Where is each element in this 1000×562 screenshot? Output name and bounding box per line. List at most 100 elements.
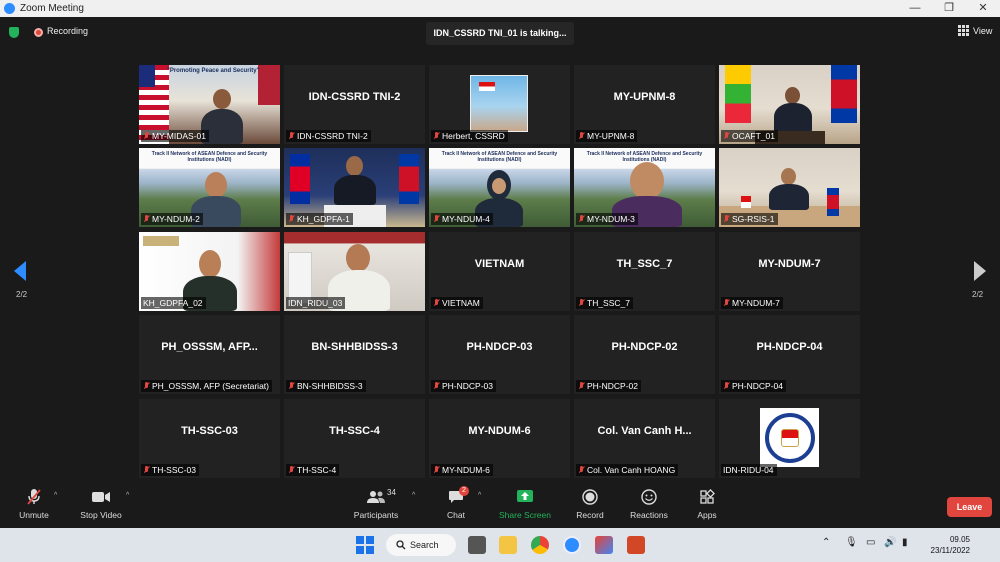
participant-name: SG-RSIS-1	[732, 214, 775, 224]
video-tile[interactable]: VIETNAM VIETNAM	[429, 232, 570, 311]
participant-name-label: MY-NDUM-2	[141, 213, 203, 225]
windows-start-icon[interactable]	[356, 536, 374, 554]
audio-options-chevron-icon[interactable]: ^	[54, 492, 57, 499]
previous-page-arrow-icon[interactable]	[14, 261, 26, 281]
zoom-app-icon[interactable]	[563, 536, 581, 554]
muted-mic-icon	[433, 382, 440, 390]
video-tile[interactable]: IDN_RIDU_03	[284, 232, 425, 311]
volume-icon[interactable]: 🔊	[884, 537, 896, 548]
participant-name: BN-SHHBIDSS-3	[297, 381, 363, 391]
participant-display-name: TH-SSC-03	[181, 425, 238, 437]
apps-button[interactable]: Apps	[694, 487, 720, 520]
participant-name: PH-NDCP-03	[442, 381, 494, 391]
active-speaker-banner: IDN_CSSRD TNI_01 is talking...	[426, 22, 574, 45]
participant-display-name: TH_SSC_7	[616, 258, 673, 270]
muted-mic-icon	[433, 466, 440, 474]
task-view-icon[interactable]	[468, 536, 486, 554]
leave-button[interactable]: Leave	[947, 497, 992, 517]
maximize-button[interactable]: ❐	[932, 0, 966, 17]
minimize-button[interactable]: —	[898, 0, 932, 17]
chat-options-chevron-icon[interactable]: ^	[478, 492, 481, 499]
video-tile[interactable]: PH-NDCP-04 PH-NDCP-04	[719, 315, 860, 394]
video-tile[interactable]: MY-UPNM-8 MY-UPNM-8	[574, 65, 715, 144]
participants-options-chevron-icon[interactable]: ^	[412, 492, 415, 499]
meeting-area: Recording IDN_CSSRD TNI_01 is talking...…	[0, 17, 1000, 482]
encryption-shield-icon[interactable]	[9, 27, 19, 38]
participant-name-label: MY-MIDAS-01	[141, 130, 210, 142]
participant-name: MY-UPNM-8	[587, 131, 635, 141]
stop-video-button[interactable]: Stop Video	[78, 487, 124, 520]
participants-label: Participants	[353, 510, 399, 520]
reactions-button[interactable]: Reactions	[628, 487, 670, 520]
show-hidden-icons-chevron-icon[interactable]: ⌃	[822, 537, 830, 548]
video-tile[interactable]: TH-SSC-4 TH-SSC-4	[284, 399, 425, 478]
powerpoint-icon[interactable]	[627, 536, 645, 554]
video-tile[interactable]: PH-NDCP-03 PH-NDCP-03	[429, 315, 570, 394]
share-screen-button[interactable]: Share Screen	[498, 487, 552, 520]
organization-logo	[143, 236, 179, 246]
video-tile[interactable]: TH-SSC-03 TH-SSC-03	[139, 399, 280, 478]
participant-name-label: MY-NDUM-7	[721, 297, 783, 309]
video-tile[interactable]: PH-NDCP-02 PH-NDCP-02	[574, 315, 715, 394]
video-tile[interactable]: Track II Network of ASEAN Defence and Se…	[574, 148, 715, 227]
microphone-icon[interactable]: 🎙	[845, 537, 858, 548]
share-screen-label: Share Screen	[499, 510, 551, 520]
window-title: Zoom Meeting	[20, 3, 84, 14]
video-tile[interactable]: IDN-RIDU-04	[719, 399, 860, 478]
video-tile[interactable]: BN-SHHBIDSS-3 BN-SHHBIDSS-3	[284, 315, 425, 394]
photos-app-icon[interactable]	[595, 536, 613, 554]
file-explorer-icon[interactable]	[499, 536, 517, 554]
video-tile[interactable]: KH_GDPFA_02	[139, 232, 280, 311]
video-tile[interactable]: Col. Van Canh H... Col. Van Canh HOANG	[574, 399, 715, 478]
next-page-arrow-icon[interactable]	[974, 261, 986, 281]
video-tile[interactable]: Track II Network of ASEAN Defence and Se…	[429, 148, 570, 227]
profile-photo	[470, 75, 528, 132]
video-tile[interactable]: OCAFT_01	[719, 65, 860, 144]
unmute-button[interactable]: Unmute	[16, 487, 52, 520]
recording-label: Recording	[47, 26, 89, 36]
windows-taskbar: Search ⌃ 🎙 ▭ 🔊 ▮ 09.05 23/11/2022	[0, 528, 1000, 562]
muted-mic-icon	[288, 215, 295, 223]
chrome-icon[interactable]	[531, 536, 549, 554]
battery-icon[interactable]: ▮	[902, 537, 908, 548]
video-tile[interactable]: MY-NDUM-6 MY-NDUM-6	[429, 399, 570, 478]
participant-name: MY-NDUM-4	[442, 214, 490, 224]
flag-canton	[139, 65, 155, 87]
video-tile[interactable]: IDN-CSSRD TNI-2 IDN-CSSRD TNI-2	[284, 65, 425, 144]
video-tile[interactable]: "Promoting Peace and Security" MY-MIDAS-…	[139, 65, 280, 144]
taskbar-clock[interactable]: 09.05 23/11/2022	[924, 534, 970, 556]
seal-emblem	[780, 428, 799, 447]
participant-display-name: MY-NDUM-7	[758, 258, 821, 270]
video-tile[interactable]: KH_GDPFA-1	[284, 148, 425, 227]
muted-mic-icon	[143, 466, 150, 474]
participant-name-label: BN-SHHBIDSS-3	[286, 380, 366, 392]
close-window-button[interactable]: ✕	[966, 0, 1000, 17]
video-tile[interactable]: Herbert, CSSRD	[429, 65, 570, 144]
smiley-icon	[641, 489, 657, 505]
participant-display-name: PH-NDCP-03	[466, 341, 533, 353]
participant-name-label: PH_OSSSM, AFP (Secretariat)	[141, 380, 272, 392]
indonesia-flag-icon	[479, 82, 495, 91]
video-tile[interactable]: SG-RSIS-1	[719, 148, 860, 227]
muted-mic-icon	[433, 299, 440, 307]
taskbar-search-box[interactable]: Search	[386, 534, 456, 556]
person-head	[630, 162, 664, 200]
muted-mic-icon	[578, 299, 585, 307]
display-icon[interactable]: ▭	[866, 537, 875, 548]
video-tile[interactable]: PH_OSSSM, AFP... PH_OSSSM, AFP (Secretar…	[139, 315, 280, 394]
asean-flag-icon	[827, 188, 839, 216]
recording-dot-icon	[34, 28, 43, 37]
record-button[interactable]: Record	[574, 487, 606, 520]
video-camera-icon	[92, 492, 110, 502]
participant-name: PH-NDCP-02	[587, 381, 639, 391]
video-options-chevron-icon[interactable]: ^	[126, 492, 129, 499]
video-tile[interactable]: MY-NDUM-7 MY-NDUM-7	[719, 232, 860, 311]
participant-display-name: Col. Van Canh H...	[597, 425, 692, 437]
muted-mic-icon	[288, 132, 295, 140]
video-tile[interactable]: Track II Network of ASEAN Defence and Se…	[139, 148, 280, 227]
apps-label: Apps	[697, 510, 717, 520]
participant-name-label: VIETNAM	[431, 297, 483, 309]
view-button[interactable]: View	[958, 25, 992, 36]
video-tile[interactable]: TH_SSC_7 TH_SSC_7	[574, 232, 715, 311]
reactions-label: Reactions	[630, 510, 668, 520]
